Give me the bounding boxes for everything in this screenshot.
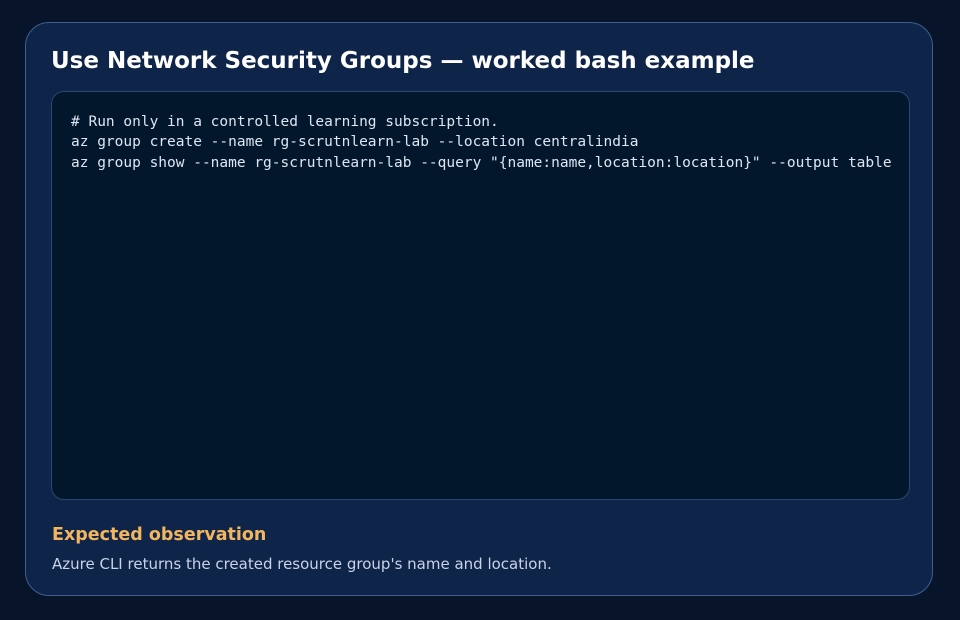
example-card: Use Network Security Groups — worked bas… bbox=[25, 22, 933, 596]
code-line-group-show: az group show --name rg-scrutnlearn-lab … bbox=[71, 154, 892, 171]
card-title: Use Network Security Groups — worked bas… bbox=[51, 48, 755, 74]
code-line-group-create: az group create --name rg-scrutnlearn-la… bbox=[71, 134, 639, 151]
observation-heading: Expected observation bbox=[52, 525, 267, 545]
code-line-comment: # Run only in a controlled learning subs… bbox=[71, 114, 499, 130]
code-block[interactable]: # Run only in a controlled learning subs… bbox=[51, 91, 910, 500]
observation-text: Azure CLI returns the created resource g… bbox=[52, 555, 552, 573]
code-content[interactable]: # Run only in a controlled learning subs… bbox=[71, 112, 909, 173]
